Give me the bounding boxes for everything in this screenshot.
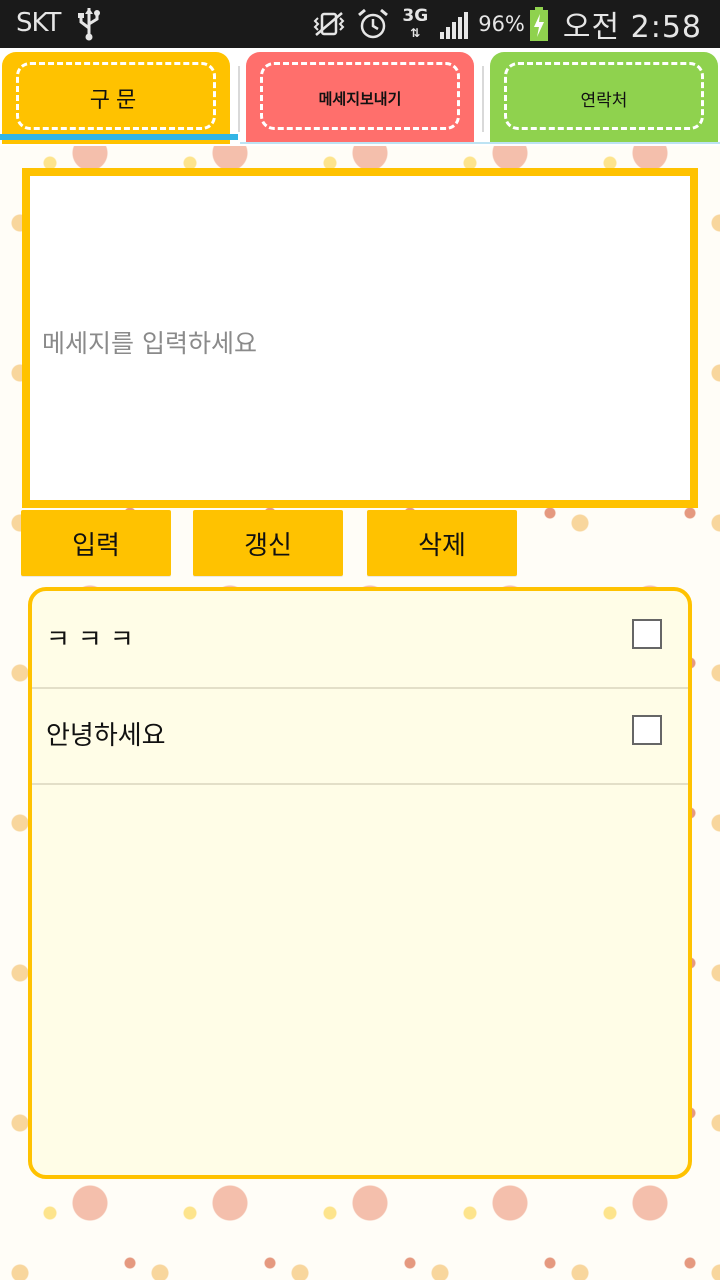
tab-send-message-label: 메세지보내기 — [318, 89, 402, 108]
vibrate-off-icon — [313, 12, 345, 36]
delete-button[interactable]: 삭제 — [367, 510, 517, 576]
list-item-checkbox[interactable] — [632, 715, 662, 745]
tab-send-message[interactable]: 메세지보내기 — [246, 52, 474, 144]
alarm-icon — [358, 8, 389, 39]
tab-divider — [482, 66, 484, 132]
list-item-label: 안녕하세요 — [46, 721, 166, 751]
battery-charging-icon — [529, 7, 548, 41]
message-input[interactable] — [40, 176, 680, 500]
tab-phrases[interactable]: 구문 — [2, 52, 230, 144]
usb-icon — [78, 8, 100, 41]
selected-tab-indicator — [0, 134, 238, 140]
message-input-frame — [22, 168, 698, 508]
input-button[interactable]: 입력 — [21, 510, 171, 576]
tab-phrases-label: 구문 — [89, 88, 143, 113]
tab-contacts-label: 연락처 — [580, 90, 628, 111]
tab-contacts[interactable]: 연락처 — [490, 52, 718, 144]
tab-divider — [238, 66, 240, 132]
tab-baseline — [240, 142, 720, 144]
network-3g-icon: 3G ⇅ — [402, 5, 429, 40]
refresh-button[interactable]: 갱신 — [193, 510, 343, 576]
carrier-name: SKT — [16, 8, 61, 38]
list-item-checkbox[interactable] — [632, 619, 662, 649]
list-item[interactable]: 안녕하세요 — [32, 687, 688, 785]
phrase-list: ㅋㅋㅋ 안녕하세요 — [28, 587, 692, 1179]
list-item-label: ㅋㅋㅋ — [46, 625, 142, 655]
status-bar: SKT 3G ⇅ 96% 오전 2:58 — [0, 0, 720, 48]
signal-icon — [440, 12, 469, 39]
network-type-label: 3G — [402, 5, 429, 26]
tab-bar: 구문 메세지보내기 연락처 — [0, 48, 720, 146]
list-item[interactable]: ㅋㅋㅋ — [32, 591, 688, 689]
battery-percent: 96% — [478, 12, 525, 36]
clock: 오전 2:58 — [562, 10, 702, 45]
